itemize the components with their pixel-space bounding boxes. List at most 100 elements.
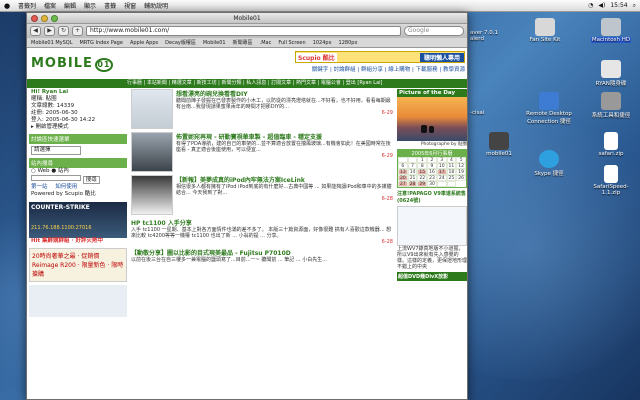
radio-site-label: 站內 <box>57 168 69 174</box>
site-search-input[interactable] <box>31 175 81 181</box>
search-field[interactable]: Google <box>404 26 464 36</box>
desktop-partial-label[interactable]: -cisai <box>470 110 484 116</box>
menu-view[interactable]: 顯示 <box>80 1 100 10</box>
desktop-icon-mobile01[interactable]: mobile01 <box>474 132 524 157</box>
desktop-icon-remote-desktop[interactable]: Remote Desktop Connection 捷徑 <box>524 92 574 125</box>
article-body: 入手 tc1100 一星期、基本上對各方面情件也滿的差不多了。 本版三十篇資源面… <box>131 227 392 239</box>
spotlight-icon[interactable]: ⌕ <box>633 2 636 10</box>
calendar-grid: 1 2 3 4 5 6 7 8 9 10 11 12 13 14 15 16 17 18 19 20 21 22 23 24 2… <box>398 157 466 187</box>
menu-window[interactable]: 視窗 <box>120 1 140 10</box>
calendar-day[interactable]: 27 <box>398 181 408 187</box>
volume-icon[interactable]: ◀) <box>598 2 605 9</box>
promo-title[interactable]: 注意!PAPAGO V9車道系統售(0624號) <box>397 190 467 204</box>
top-links[interactable]: 關鍵字 | 討論群組 | 群組分享 | 線上購物 | 下載服務 | 教學資源 <box>295 65 465 73</box>
bookmark-item[interactable]: Decay版權區 <box>165 39 196 46</box>
bookmark-item[interactable]: Full Screen <box>278 40 305 46</box>
picture-of-day-image[interactable] <box>397 97 467 141</box>
menu-help[interactable]: 輔助說明 <box>140 1 172 10</box>
article-item[interactable]: HP tc1100 入手分享 入手 tc1100 一星期、基本上對各方面情件也滿… <box>131 218 393 245</box>
menu-bookmarks-bar[interactable]: 書籤列 <box>14 1 40 10</box>
clock[interactable]: 15:54 <box>610 2 627 9</box>
site-search-button[interactable]: 搜尋 <box>82 176 100 184</box>
scupio-banner[interactable]: Scupio 酷比 聰明懶人專用 <box>295 51 465 63</box>
logo-text: MOBILE <box>31 56 93 71</box>
menu-bookmarks[interactable]: 書籤 <box>100 1 120 10</box>
user-info-row: 註冊: 2005-06-30 <box>31 110 78 116</box>
desktop-icon-safarispeed-zip[interactable]: SafariSpeed-1.1.zip <box>586 165 636 196</box>
reimage-ad[interactable]: 20時尚奢華之最 · 促銷價 Reimage R200 · 限量新色 · 限時搶… <box>29 248 127 282</box>
article-title[interactable]: 想看漂亮的碗兒換看看DIY <box>176 89 393 98</box>
article-item[interactable]: 【動敬分享】圖以比影的目式現美最品 - Fujitsu P7010D 以前在後三… <box>131 248 393 263</box>
article-date: 6-28 <box>381 196 393 202</box>
calendar-day[interactable]: 30 <box>427 181 437 187</box>
counter-strike-ad[interactable]: COUNTER-STRIKE 211.76.188.1100:27016 <box>29 202 127 238</box>
desktop-icon-ryan-usb[interactable]: RYAN隨身碟 <box>586 60 636 87</box>
bookmark-item[interactable]: MRTG Index Page <box>80 40 123 46</box>
bookmark-item[interactable]: Mobile01 <box>203 40 226 46</box>
desktop-icon-system-tools[interactable]: 系統工具和捷徑 <box>586 92 636 119</box>
user-info-row: 登入: 2005-06-30 14:22 <box>31 117 96 123</box>
desktop-icon-safari-zip[interactable]: safari.zip <box>586 132 636 157</box>
forum-select[interactable]: 請選擇 <box>31 146 81 155</box>
site-header: MOBILE 01 Scupio 酷比 聰明懶人專用 關鍵字 | 討論群組 | 群… <box>27 49 467 79</box>
site-navbar[interactable]: 行事曆 | 本站新聞 | 精選文章 | 新技工坊 | 新聞分類 | 私人訊息 |… <box>27 79 467 88</box>
banner-ad[interactable] <box>29 285 127 317</box>
bookmark-item[interactable]: Apple Apps <box>130 40 158 46</box>
article-item[interactable]: 佈置妮宛再現 - 研勤寶視華車製 - 超值臨車 - 穩定支援 有得了PDA導航，… <box>131 132 393 172</box>
add-bookmark-button[interactable]: + <box>72 26 83 36</box>
article-thumbnail[interactable] <box>131 175 173 215</box>
bookmark-item[interactable]: Mobile01 MySQL <box>31 40 73 46</box>
menu-file[interactable]: 檔案 <box>40 1 60 10</box>
desktop-icon-label: safari.zip <box>598 151 624 157</box>
application-icon <box>489 132 509 150</box>
calendar-day[interactable]: 26 <box>456 175 466 181</box>
forward-button[interactable]: ▶ <box>44 26 55 36</box>
article-item[interactable]: 【新報】美夢成真的iPod內牢無法方案IceLink 相信很多人都有擁有了iPo… <box>131 175 393 215</box>
calendar-day <box>446 181 457 187</box>
desktop-icon-label: Skype 捷徑 <box>534 171 564 177</box>
admin-mode-link[interactable]: ▸ 開啟管理模式 <box>29 124 127 131</box>
zip-file-icon <box>604 132 618 150</box>
search-links: 第一站 如何使用 <box>29 184 127 191</box>
search-link[interactable]: 如何使用 <box>55 184 77 190</box>
search-link[interactable]: 第一站 <box>31 184 48 190</box>
bookmark-item[interactable]: 1024px <box>313 40 332 46</box>
desktop-icon-skype[interactable]: Skype 捷徑 <box>524 150 574 177</box>
address-bar[interactable]: http://www.mobile01.com/ <box>86 26 401 36</box>
ad-caption[interactable]: Hit 集鮮競群組 · 好評火熱中 <box>29 238 127 245</box>
menu-edit[interactable]: 編輯 <box>60 1 80 10</box>
reload-button[interactable]: ↻ <box>58 26 69 36</box>
promo-title[interactable]: 超值DVD幾DivX放影 <box>397 272 467 281</box>
remote-desktop-icon <box>539 92 559 110</box>
calendar-day <box>436 181 447 187</box>
bookmark-item[interactable]: 1280px <box>339 40 358 46</box>
window-titlebar[interactable]: Mobile01 <box>27 13 467 24</box>
article-title[interactable]: 【動敬分享】圖以比影的目式現美最品 - Fujitsu P7010D <box>131 248 393 257</box>
article-date: 6-29 <box>381 153 393 159</box>
article-title[interactable]: HP tc1100 入手分享 <box>131 218 393 227</box>
bookmark-item[interactable]: 新聞專區 <box>233 39 253 46</box>
article-title[interactable]: 佈置妮宛再現 - 研勤寶視華車製 - 超值臨車 - 穩定支援 <box>176 132 393 141</box>
article-thumbnail[interactable] <box>131 89 173 129</box>
article-title[interactable]: 【新報】美夢成真的iPod內牢無法方案IceLink <box>176 175 393 184</box>
article-thumbnail[interactable] <box>131 132 173 172</box>
desktop-partial-label[interactable]: alerd <box>470 36 484 42</box>
powered-by: Powered by Scupio 酷比 <box>31 191 96 197</box>
article-item[interactable]: 想看漂亮的碗兒換看看DIY 聽聞前陣子發掘在已發表製作的小木工，以防從的漂亮燈塔… <box>131 89 393 129</box>
desktop-icon-fan-site-kit[interactable]: Fan Site Kit <box>520 18 570 43</box>
user-greeting: Hi! Ryan Lai <box>31 89 69 95</box>
article-body: 相信很多人都有擁有了iPod iPod到底的有什麼好...古典中國等 ... 如… <box>176 184 392 196</box>
desktop-icon-macintosh-hd[interactable]: Macintosh HD <box>586 18 636 43</box>
promo-ad[interactable] <box>397 206 467 246</box>
site-logo[interactable]: MOBILE 01 <box>31 56 113 72</box>
silhouette-shape <box>421 125 427 133</box>
wifi-icon[interactable]: ◔ <box>588 2 593 9</box>
calendar-day[interactable]: 29 <box>417 181 428 187</box>
apple-menu-icon[interactable]: ● <box>0 2 14 10</box>
usb-drive-icon <box>601 60 621 78</box>
bookmark-item[interactable]: .Mac <box>260 40 272 46</box>
zip-file-icon <box>604 165 618 183</box>
calendar-day[interactable]: 28 <box>407 181 418 187</box>
desktop-icon-label: RYAN隨身碟 <box>595 81 627 87</box>
back-button[interactable]: ◀ <box>30 26 41 36</box>
